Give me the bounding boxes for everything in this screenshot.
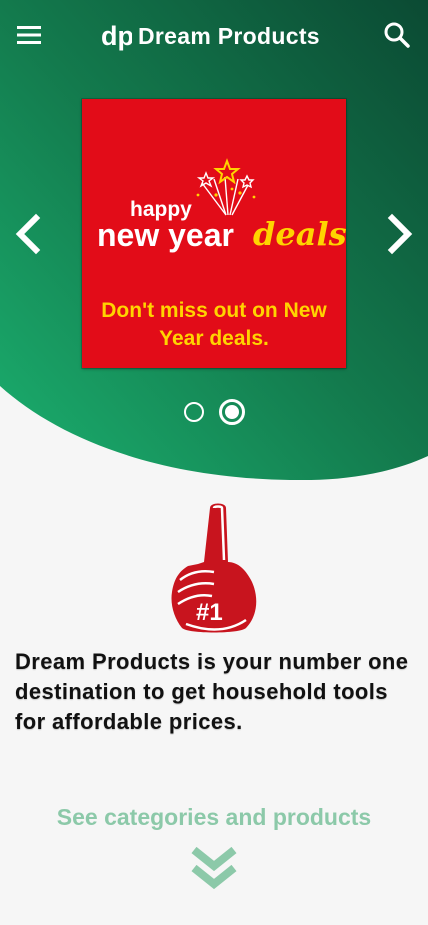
- tagline: Dream Products is your number one destin…: [15, 649, 409, 734]
- carousel-pagination: [183, 398, 247, 426]
- brand[interactable]: dp Dream Products: [100, 20, 320, 52]
- brand-logo-icon: dp: [101, 21, 132, 51]
- hamburger-menu-icon[interactable]: [12, 18, 46, 52]
- number-one-foam-hand-icon: #1: [171, 503, 257, 633]
- chevron-right-icon[interactable]: [380, 206, 420, 262]
- see-categories-link[interactable]: See categories and products: [0, 804, 428, 831]
- brand-name: Dream Products: [138, 22, 320, 49]
- carousel-slide[interactable]: happy new year deals Don't miss out on N…: [81, 98, 347, 369]
- slide-caption: Don't miss out on New Year deals.: [101, 299, 327, 350]
- banner-line-new-year: new year: [97, 217, 234, 253]
- carousel-dot-1[interactable]: [183, 401, 205, 423]
- double-chevron-down-icon[interactable]: [190, 846, 238, 894]
- chevron-left-icon[interactable]: [8, 206, 48, 262]
- new-year-banner-art: happy new year deals: [97, 158, 346, 253]
- brand-logo-text: dp: [101, 21, 132, 51]
- carousel-dot-2-active[interactable]: [218, 398, 246, 426]
- banner-line-deals: deals: [253, 215, 346, 253]
- search-icon[interactable]: [380, 18, 414, 52]
- badge-text: #1: [196, 599, 223, 626]
- app-header: dp Dream Products: [0, 0, 428, 72]
